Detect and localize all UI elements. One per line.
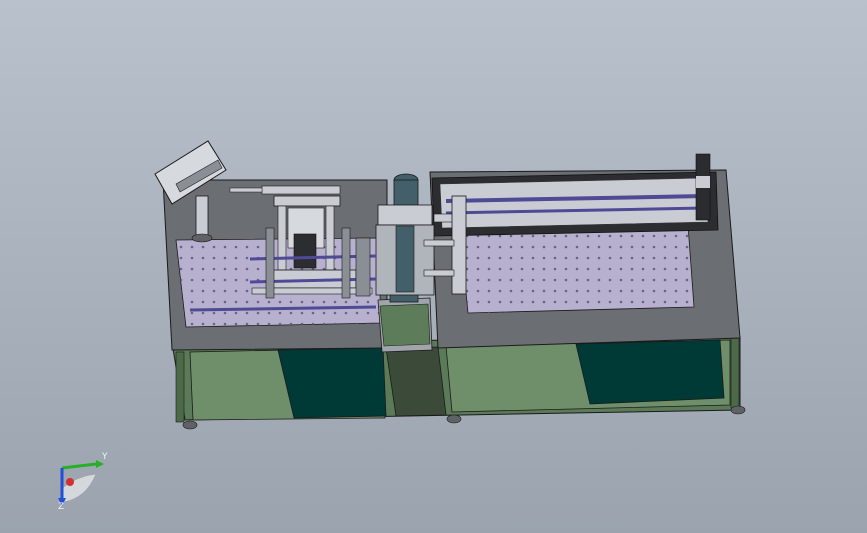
graphics-viewport[interactable]: Y Z xyxy=(0,0,867,533)
right-table-deck xyxy=(429,153,741,349)
right-dark-panel xyxy=(575,339,725,405)
y-axis-label: Y xyxy=(102,452,108,462)
spindle-motor xyxy=(293,233,317,269)
machine-3d-model[interactable] xyxy=(0,0,867,533)
pod-post xyxy=(195,195,209,239)
left-dark-panel xyxy=(277,347,387,419)
z-axis-label: Z xyxy=(58,502,65,512)
center-chute xyxy=(385,346,447,417)
x-axis-marker xyxy=(66,478,74,486)
machine-base-frame xyxy=(171,336,746,430)
orientation-triad: Y Z xyxy=(46,446,116,516)
